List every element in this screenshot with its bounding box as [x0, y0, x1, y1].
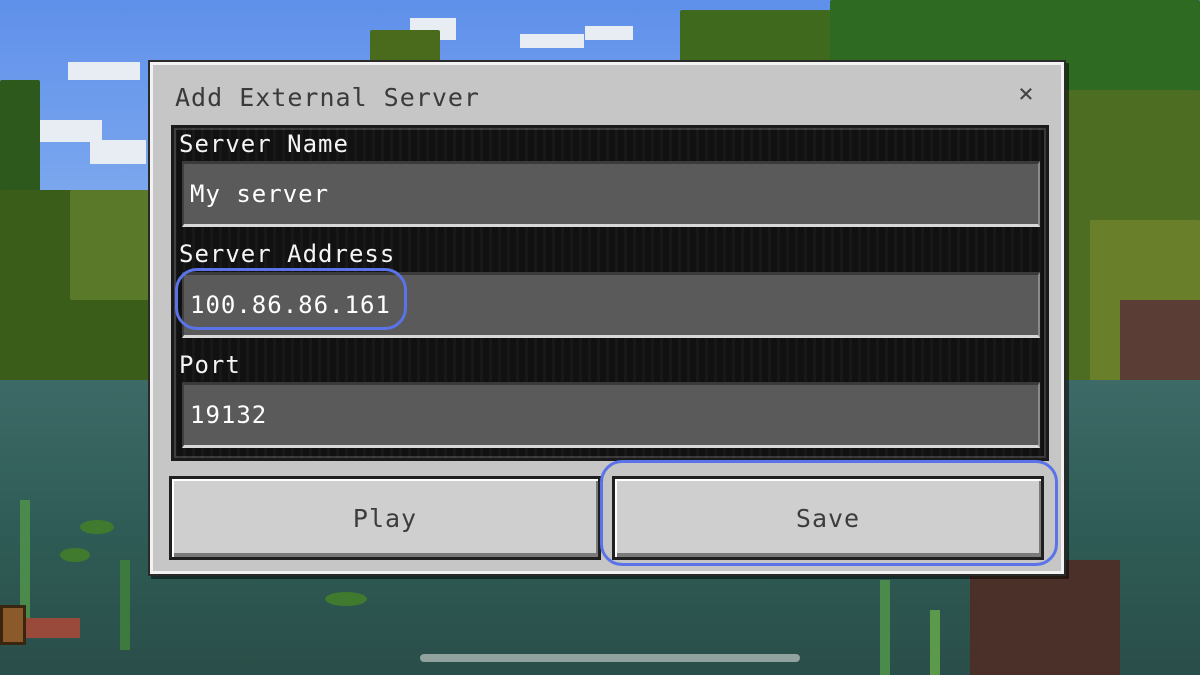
mangrove-root [970, 560, 1120, 675]
mangrove-root [1120, 300, 1200, 380]
dialog-title: Add External Server [175, 83, 480, 112]
close-icon[interactable]: × [1011, 79, 1041, 109]
port-label: Port [179, 351, 241, 379]
seagrass [120, 560, 130, 650]
seagrass [880, 580, 890, 675]
cloud [90, 140, 146, 164]
lily-pad [325, 592, 367, 606]
tree-canopy [680, 10, 840, 70]
server-address-input[interactable]: 100.86.86.161 [182, 272, 1040, 338]
server-address-label: Server Address [179, 240, 396, 268]
tree-canopy [0, 80, 40, 200]
cloud [68, 62, 140, 80]
seagrass [930, 610, 940, 675]
tree-canopy [70, 190, 160, 300]
boat-hull [26, 618, 80, 638]
server-name-input[interactable]: My server [182, 161, 1040, 227]
seagrass [20, 500, 30, 620]
lily-pad [60, 548, 90, 562]
server-form-panel: Server Name My server Server Address 100… [171, 125, 1049, 461]
cloud [585, 26, 633, 40]
server-name-label: Server Name [179, 130, 349, 158]
chest-boat [0, 605, 26, 645]
lily-pad [80, 520, 114, 534]
port-input[interactable]: 19132 [182, 382, 1040, 448]
save-button[interactable]: Save [612, 476, 1044, 560]
cloud [520, 34, 584, 48]
home-indicator[interactable] [420, 654, 800, 662]
add-external-server-dialog: Add External Server × Server Name My ser… [150, 62, 1064, 574]
play-button[interactable]: Play [169, 476, 601, 560]
